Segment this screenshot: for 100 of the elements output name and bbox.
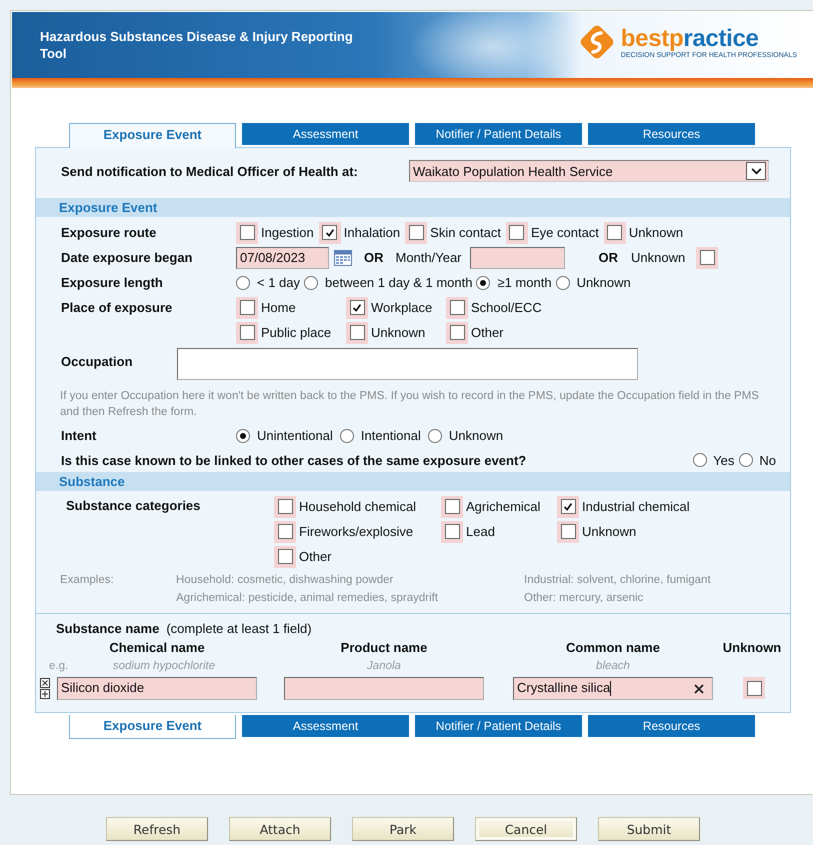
- tab[interactable]: Exposure Event: [69, 715, 236, 739]
- add-row-icon[interactable]: [40, 688, 50, 698]
- option-label: Unknown: [371, 325, 426, 340]
- option-label: Home: [261, 300, 296, 315]
- option-label: Unintentional: [257, 428, 333, 443]
- field-label: Intent: [61, 428, 98, 443]
- action-button[interactable]: Submit: [598, 817, 700, 841]
- option-label: Other: [471, 325, 504, 340]
- example-hint: sodium hypochlorite: [112, 660, 216, 672]
- option-label: Workplace: [371, 300, 432, 315]
- radio-button[interactable]: [340, 428, 354, 442]
- tab[interactable]: Resources: [588, 123, 755, 145]
- option-label: Lead: [466, 524, 495, 539]
- eg-label: e.g.: [49, 660, 70, 672]
- section-header: Substance: [36, 472, 790, 491]
- checkbox[interactable]: [557, 520, 579, 542]
- option-label: No: [759, 452, 776, 468]
- checkbox[interactable]: [405, 222, 428, 244]
- checkbox[interactable]: [274, 520, 296, 542]
- option-label: Other: [299, 549, 332, 564]
- example-text: Other: mercury, arsenic: [524, 591, 644, 606]
- option-label: Intentional: [360, 428, 421, 443]
- checkbox[interactable]: [441, 520, 463, 542]
- date-field[interactable]: 07/08/2023: [236, 246, 329, 268]
- tab[interactable]: Assessment: [242, 715, 409, 737]
- checkbox[interactable]: [441, 496, 463, 518]
- example-text: Industrial: solvent, chlorine, fumigant: [524, 573, 712, 588]
- dropdown[interactable]: Waikato Population Health Service: [409, 160, 769, 182]
- column-heading: Unknown: [722, 640, 782, 654]
- action-button[interactable]: Cancel: [475, 817, 577, 841]
- option-label: Industrial chemical: [582, 499, 690, 514]
- text-field[interactable]: Crystalline silica: [513, 676, 713, 700]
- section-header: Exposure Event: [36, 198, 790, 217]
- column-heading: Chemical name: [108, 640, 206, 654]
- check-icon: [562, 500, 574, 512]
- logo-text: ractice: [683, 24, 759, 52]
- option-label: Yes: [713, 452, 734, 468]
- example-hint: Janola: [367, 660, 401, 672]
- app-title: Hazardous Substances Disease & Injury Reporting Tool: [40, 28, 354, 62]
- action-button[interactable]: Refresh: [106, 817, 208, 841]
- checkbox[interactable]: [446, 296, 468, 318]
- clear-icon[interactable]: [694, 684, 704, 694]
- field-label: Unknown: [631, 250, 686, 265]
- field-label: Date exposure began: [61, 250, 194, 265]
- action-button[interactable]: Park: [352, 817, 454, 841]
- example-hint: bleach: [596, 660, 630, 672]
- calendar-icon[interactable]: [334, 250, 352, 266]
- checkbox[interactable]: [236, 296, 258, 318]
- field-label: Place of exposure: [61, 300, 174, 315]
- remove-row-icon[interactable]: [40, 678, 50, 688]
- option-label: Fireworks/explosive: [299, 524, 414, 539]
- radio-button[interactable]: [556, 276, 570, 290]
- checkbox[interactable]: [557, 496, 579, 518]
- radio-button[interactable]: [236, 428, 250, 442]
- column-heading: Common name: [565, 640, 661, 654]
- option-label: Ingestion: [261, 225, 314, 240]
- month-year-field[interactable]: [470, 246, 565, 268]
- option-label: Skin contact: [430, 225, 501, 240]
- or-label: OR: [364, 250, 384, 265]
- text-field[interactable]: Silicon dioxide: [57, 676, 257, 700]
- tab[interactable]: Resources: [588, 715, 755, 737]
- option-label: School/ECC: [471, 300, 542, 315]
- checkbox[interactable]: [696, 246, 718, 268]
- example-text: Agrichemical: pesticide, animal remedies, spraydrift: [176, 591, 440, 606]
- checkbox[interactable]: [604, 222, 626, 244]
- radio-button[interactable]: [304, 276, 318, 290]
- tab[interactable]: Notifier / Patient Details: [415, 123, 582, 145]
- radio-button[interactable]: [236, 276, 250, 290]
- text-field[interactable]: [284, 676, 484, 700]
- option-label: Agrichemical: [466, 499, 540, 514]
- checkbox[interactable]: [318, 222, 341, 244]
- action-button[interactable]: Attach: [229, 817, 331, 841]
- checkbox[interactable]: [236, 322, 258, 344]
- tab[interactable]: Assessment: [242, 123, 409, 145]
- radio-button[interactable]: [428, 428, 442, 442]
- checkbox[interactable]: [743, 677, 765, 699]
- checkbox[interactable]: [236, 222, 258, 244]
- field-label: Is this case known to be linked to other cases of the same exposure event?: [61, 452, 526, 468]
- or-label: OR: [598, 250, 618, 265]
- checkbox[interactable]: [274, 546, 296, 568]
- tab[interactable]: Exposure Event: [69, 123, 236, 148]
- radio-button[interactable]: [476, 276, 490, 290]
- option-label: Unknown: [582, 524, 636, 539]
- checkbox[interactable]: [506, 222, 528, 244]
- hint-text: (complete at least 1 field): [166, 620, 312, 636]
- checkbox[interactable]: [446, 322, 468, 344]
- radio-button[interactable]: [739, 453, 754, 467]
- examples-label: Examples:: [60, 573, 115, 588]
- tab[interactable]: Notifier / Patient Details: [415, 715, 582, 737]
- option-label: < 1 day: [257, 275, 300, 290]
- checkbox[interactable]: [274, 496, 296, 518]
- checkbox[interactable]: [346, 296, 368, 318]
- checkbox[interactable]: [346, 322, 368, 344]
- radio-button[interactable]: [693, 453, 708, 467]
- logo-text: bestp: [620, 24, 684, 52]
- occupation-field[interactable]: [177, 348, 638, 380]
- option-label: ≥1 month: [497, 275, 552, 290]
- field-label: Occupation: [61, 354, 134, 369]
- option-label: Unknown: [576, 275, 631, 290]
- field-label: Substance categories: [66, 498, 202, 515]
